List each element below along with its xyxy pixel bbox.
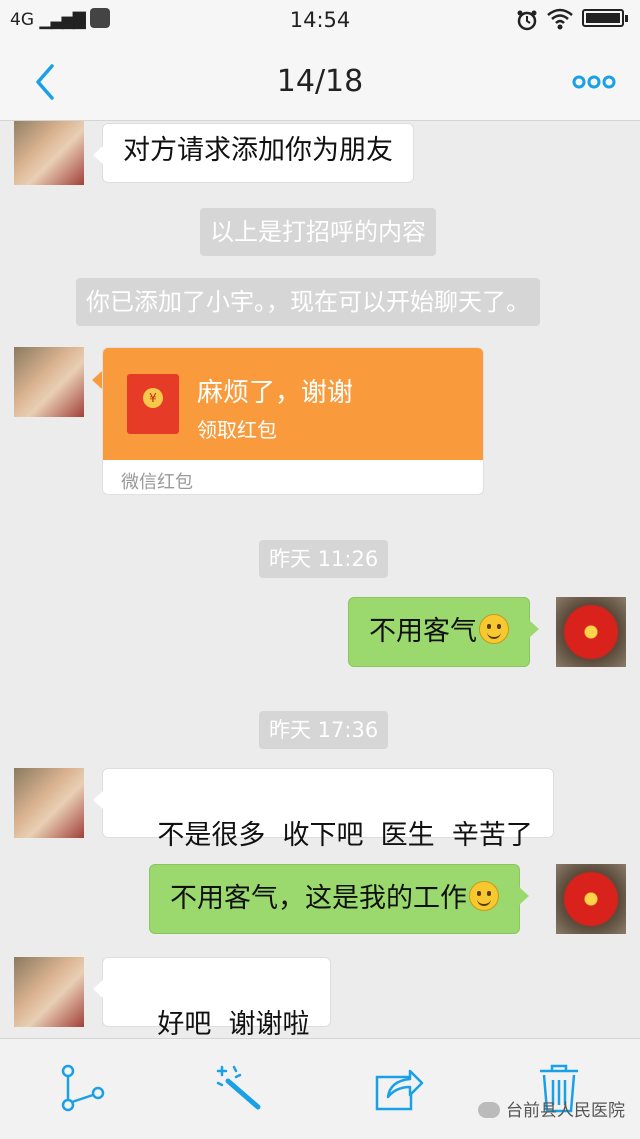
watermark: 台前县人民医院 [478,1096,625,1121]
forward-icon[interactable] [374,1063,424,1113]
incoming-message[interactable]: 好吧 谢谢啦 [93,957,331,1038]
battery-icon [582,9,628,27]
red-envelope-icon: ¥ [127,374,179,434]
nav-bar: 14/18 [0,42,640,121]
smile-emoji-icon [479,614,509,644]
red-packet-card[interactable]: ¥ 麻烦了，谢谢 领取红包 微信红包 [102,347,484,495]
outgoing-message[interactable]: 不用客气 [348,597,539,667]
watermark-text: 台前县人民医院 [506,1101,625,1121]
message-text: 不用客气 [369,616,477,647]
smile-emoji-icon [469,881,499,911]
message-text: 好吧 谢谢啦 [157,1009,310,1038]
page-title: 14/18 [276,64,364,99]
alarm-icon [517,10,537,31]
contact-avatar[interactable] [14,347,84,417]
red-packet-action: 领取红包 [197,418,277,442]
message-text: 对方请求添加你为朋友 [123,135,393,166]
chat-area[interactable]: 对方请求添加你为朋友 以上是打招呼的内容 你已添加了小宇。，现在可以开始聊天了。… [0,121,640,1038]
message-text: 不是很多 收下吧 医生 辛苦了 [157,820,533,851]
share-graph-icon[interactable] [58,1063,108,1113]
outgoing-message[interactable]: 不用客气，这是我的工作 [149,864,529,934]
coin-icon: ¥ [143,388,163,408]
my-avatar[interactable] [556,597,626,667]
system-notice-text: 你已添加了小宇。，现在可以开始聊天了。 [86,288,530,316]
timestamp: 昨天 11:26 [259,540,389,578]
red-packet-pointer [92,371,102,389]
magic-wand-icon[interactable] [214,1063,264,1113]
contact-avatar[interactable] [14,121,84,185]
more-options-icon[interactable] [572,70,616,94]
wifi-icon [547,8,573,30]
message-text: 不用客气，这是我的工作 [170,883,467,914]
system-notice: 以上是打招呼的内容 [200,208,436,256]
wechat-logo-icon [478,1102,500,1118]
contact-avatar[interactable] [14,768,84,838]
clock: 14:54 [289,8,351,32]
timestamp: 昨天 17:36 [259,711,389,749]
my-avatar[interactable] [556,864,626,934]
bottom-toolbar [0,1038,640,1139]
status-bar: 4G ▁▃▅▇ 14:54 [0,0,640,42]
system-notice: 你已添加了小宇。，现在可以开始聊天了。 [76,278,540,326]
incoming-message[interactable]: 对方请求添加你为朋友 [93,123,414,183]
red-packet-footer: 微信红包 [121,472,193,493]
red-packet-message: 麻烦了，谢谢 [197,378,354,408]
contact-avatar[interactable] [14,957,84,1027]
incoming-message[interactable]: 不是很多 收下吧 医生 辛苦了 [93,768,554,851]
system-notice-text: 以上是打招呼的内容 [210,218,426,246]
